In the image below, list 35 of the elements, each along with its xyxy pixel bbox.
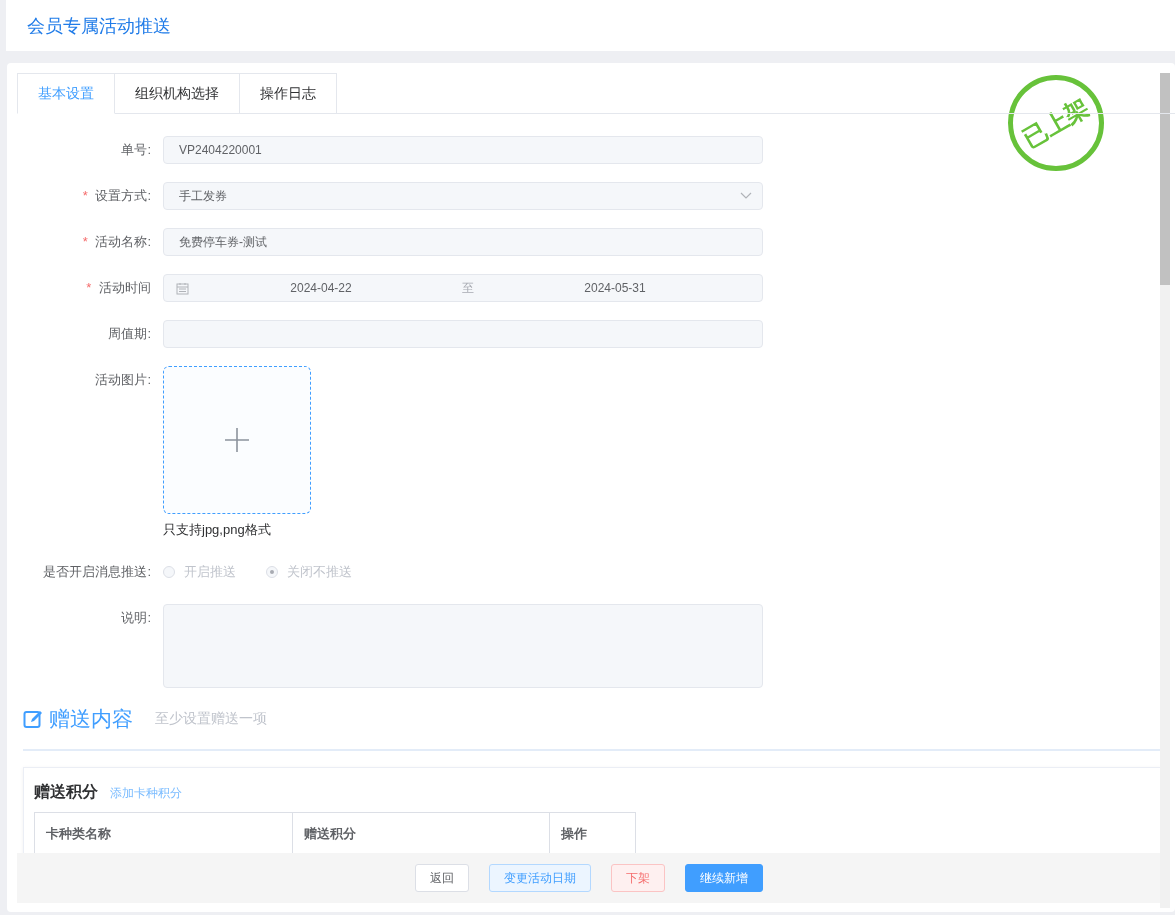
field-label: 周值期: [108,326,151,341]
caret-icon [740,192,752,200]
required-mark: * [82,188,88,203]
plus-icon [224,427,250,453]
input-field[interactable]: 免费停车券-测试 [163,228,763,256]
radio-label: 开启推送 [184,563,236,581]
action-button[interactable]: 返回 [414,864,469,892]
field-label: 是否开启消息推送: [43,564,151,579]
date-range-field[interactable]: 2024-04-22 至 2024-05-31 [163,274,763,302]
field-label: 单号: [121,142,151,157]
status-stamp: 已上架 [1008,75,1104,171]
calendar-icon [176,281,189,295]
section-title: 赠送内容 [49,706,133,732]
select-field[interactable]: 手工发券 [163,182,763,210]
scrollbar[interactable] [1160,73,1170,908]
edit-icon [23,709,45,729]
required-mark: * [82,234,88,249]
field-label: 活动图片: [95,372,151,387]
radio-label: 关闭不推送 [287,563,352,581]
field-label: 活动时间 [99,280,151,295]
page-title: 会员专属活动推送 [27,14,171,38]
column-header: 操作 [560,825,588,843]
image-upload[interactable] [163,366,311,514]
input-field[interactable]: VP2404220001 [163,136,763,164]
input-field[interactable] [163,320,763,348]
field-label: 说明: [121,610,151,625]
tab[interactable]: 操作日志 [240,73,337,114]
required-mark: * [86,280,92,295]
card-title: 赠送积分 [34,782,98,802]
upload-hint: 只支持jpg,png格式 [163,521,272,539]
tab[interactable]: 组织机构选择 [115,73,240,114]
field-label: 活动名称: [95,234,151,249]
section-note: 至少设置赠送一项 [155,710,267,728]
field-label: 设置方式: [95,188,151,203]
textarea-field[interactable] [163,604,763,688]
